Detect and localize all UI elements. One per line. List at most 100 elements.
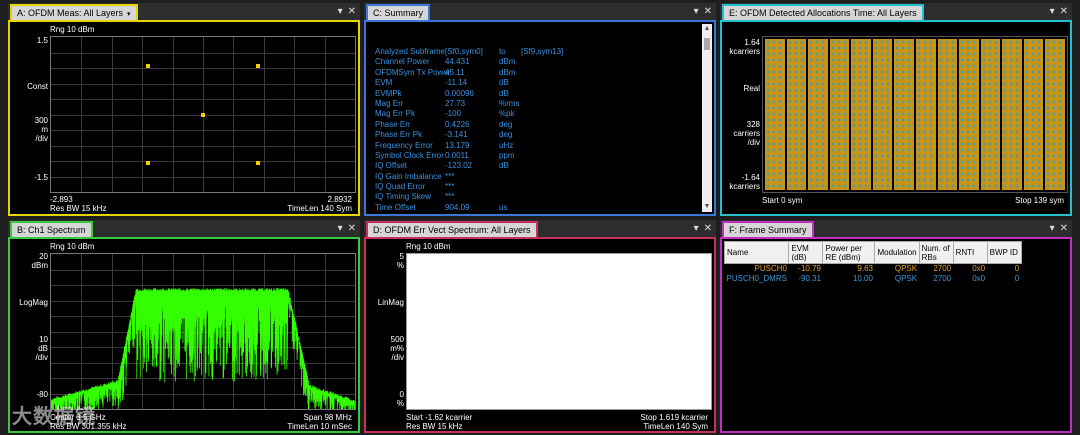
close-icon[interactable]: ✕ xyxy=(704,6,712,17)
column-header[interactable]: Name xyxy=(723,241,790,264)
close-icon[interactable]: ✕ xyxy=(1060,6,1068,17)
summary-value: *** xyxy=(445,182,455,192)
pane-f: F: Frame Summary ▾ ✕ Name EVM (dB) Power pe… xyxy=(720,220,1072,433)
summary-row: Channel Power 44.431 dBm xyxy=(375,57,563,67)
summary-row: Mag Err Pk -100 %pk xyxy=(375,109,563,119)
y-top-label: 5 xyxy=(399,252,404,261)
minimize-icon[interactable]: ▾ xyxy=(338,223,343,234)
summary-label: IQ Offset xyxy=(375,161,407,171)
table-cell: 0 xyxy=(1014,274,1020,283)
minimize-icon[interactable]: ▾ xyxy=(694,6,699,17)
pane-a-tabbar: A: OFDM Meas: All Layers ▾ ▾ ✕ xyxy=(8,3,360,21)
summary-value: -11.14 xyxy=(445,78,468,88)
vertical-scrollbar[interactable]: ▲ ▼ xyxy=(702,24,712,212)
table-row[interactable]: PUSCH0 -10.79 9.63 QPSK 2700 0x0 0 xyxy=(725,264,1022,275)
pane-f-tabbar: F: Frame Summary ▾ ✕ xyxy=(720,220,1072,238)
allocation-block xyxy=(894,39,914,190)
y-scale-div: /div xyxy=(391,353,404,362)
constellation-point xyxy=(146,64,151,69)
table-cell: 9.63 xyxy=(857,264,873,273)
close-icon[interactable]: ✕ xyxy=(348,6,356,17)
constellation-point xyxy=(255,160,260,165)
y-scale-label: 10 xyxy=(39,335,48,344)
pane-c-tab[interactable]: C: Summary xyxy=(366,4,431,21)
allocation-block xyxy=(808,39,828,190)
pane-d-tabbar: D: OFDM Err Vect Spectrum: All Layers ▾ ✕ xyxy=(364,220,716,238)
column-header[interactable]: BWP ID xyxy=(986,241,1022,264)
allocation-block xyxy=(872,39,893,190)
allocation-plot[interactable] xyxy=(762,36,1068,193)
table-cell: 0x0 xyxy=(972,264,986,273)
spectrum-trace xyxy=(51,288,355,409)
column-header[interactable]: Num. of RBs xyxy=(918,241,954,264)
range-label: Rng 10 dBm xyxy=(406,242,451,251)
y-top-label: 1.64 xyxy=(744,38,760,47)
scroll-up-icon[interactable]: ▲ xyxy=(702,24,712,34)
span-label: Span 98 MHz xyxy=(303,413,352,422)
error-vector-plot[interactable] xyxy=(406,253,712,410)
column-header[interactable]: Modulation xyxy=(874,241,920,264)
table-cell: 2700 xyxy=(933,274,952,283)
pane-e-tab[interactable]: E: OFDM Detected Allocations Time: All L… xyxy=(722,4,924,21)
summary-value: 13.179 xyxy=(445,140,470,150)
y-scale-unit: carriers xyxy=(733,129,760,138)
column-header[interactable]: RNTI xyxy=(952,241,988,264)
scroll-down-icon[interactable]: ▼ xyxy=(702,202,712,212)
column-header[interactable]: EVM (dB) xyxy=(788,241,824,264)
y-scale-unit: m xyxy=(41,125,48,134)
pane-f-frame: Name EVM (dB) Power per RE (dBm) Modulation… xyxy=(720,237,1072,433)
constellation-plot[interactable] xyxy=(50,36,356,193)
y-name-label: LogMag xyxy=(19,298,48,307)
minimize-icon[interactable]: ▾ xyxy=(1050,6,1055,17)
minimize-icon[interactable]: ▾ xyxy=(338,6,343,17)
column-header[interactable]: Power per RE (dBm) xyxy=(822,241,876,264)
pane-d-title: D: OFDM Err Vect Spectrum: All Layers xyxy=(373,225,531,235)
y-bottom-label: -80 xyxy=(36,390,48,399)
table-cell: QPSK xyxy=(894,274,918,283)
summary-list: Analyzed Subframe[Sf0,sym0] to [Sf9,sym13]… xyxy=(375,47,563,213)
pane-d-tab[interactable]: D: OFDM Err Vect Spectrum: All Layers xyxy=(366,221,538,238)
close-icon[interactable]: ✕ xyxy=(348,223,356,234)
dropdown-icon[interactable]: ▾ xyxy=(127,11,131,18)
summary-row: EVM -11.14 dB xyxy=(375,78,563,88)
pane-b-tab[interactable]: B: Ch1 Spectrum xyxy=(10,221,93,238)
pane-c-frame: Analyzed Subframe[Sf0,sym0] to [Sf9,sym13]… xyxy=(364,20,716,216)
pane-e-tabbar: E: OFDM Detected Allocations Time: All L… xyxy=(720,3,1072,21)
y-name-label: Real xyxy=(743,84,760,93)
scroll-thumb[interactable] xyxy=(704,38,710,50)
minimize-icon[interactable]: ▾ xyxy=(694,223,699,234)
grid-line xyxy=(51,161,355,162)
constellation-point xyxy=(255,64,260,69)
table-cell: 2700 xyxy=(933,264,952,273)
y-scale-label: 300 xyxy=(34,116,48,125)
summary-value: *** xyxy=(445,192,455,202)
summary-unit: %rms xyxy=(499,98,520,108)
minimize-icon[interactable]: ▾ xyxy=(1050,223,1055,234)
summary-value: 904.09 xyxy=(445,202,470,212)
y-top-label: 20 xyxy=(39,252,48,261)
allocation-block xyxy=(829,39,850,190)
spectrum-plot[interactable] xyxy=(50,253,356,410)
close-icon[interactable]: ✕ xyxy=(1060,223,1068,234)
summary-label: OFDMSym Tx Power xyxy=(375,67,451,77)
pane-a-tab[interactable]: A: OFDM Meas: All Layers ▾ xyxy=(10,4,138,21)
summary-label: Frequency Error xyxy=(375,140,433,150)
pane-a-title: A: OFDM Meas: All Layers xyxy=(17,8,124,18)
pane-f-tab[interactable]: F: Frame Summary xyxy=(722,221,814,238)
summary-label: Analyzed Subframe xyxy=(375,47,445,56)
table-cell: QPSK xyxy=(894,264,918,273)
summary-row: Phase Err 0.4226 deg xyxy=(375,120,563,130)
table-cell: 10.00 xyxy=(852,274,873,283)
summary-unit: ppm xyxy=(499,150,515,160)
y-scale-label: 328 xyxy=(746,120,760,129)
summary-label: Symbol Clock Error xyxy=(375,150,444,160)
summary-row: Time Offset 904.09 us xyxy=(375,203,563,213)
close-icon[interactable]: ✕ xyxy=(704,223,712,234)
y-top-unit: kcarriers xyxy=(729,47,760,56)
table-row[interactable]: PUSCH0_DMRS -90.31 10.00 QPSK 2700 0x0 0 xyxy=(725,274,1022,284)
frame-summary-table: Name EVM (dB) Power per RE (dBm) Modulation… xyxy=(723,241,1022,284)
summary-row: IQ Quad Error *** xyxy=(375,182,563,192)
allocation-block xyxy=(937,39,958,190)
summary-label: IQ Quad Error xyxy=(375,182,426,192)
allocation-block xyxy=(1023,39,1044,190)
